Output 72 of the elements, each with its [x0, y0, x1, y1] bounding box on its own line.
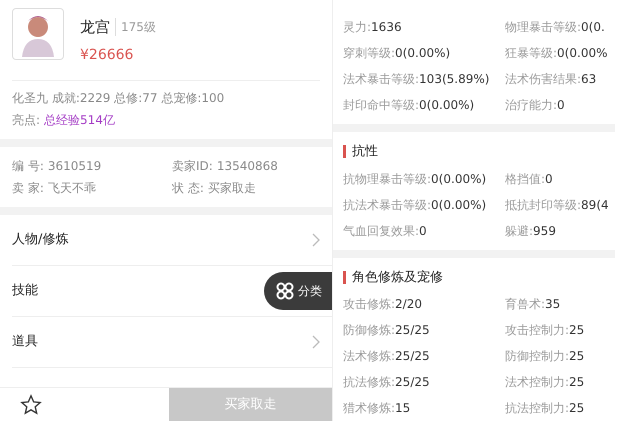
- stat-value: 25: [569, 322, 584, 339]
- info-label: 卖 家:: [12, 180, 44, 196]
- highlight-value: 总经验514亿: [44, 112, 115, 128]
- stat-label: 防御控制力:: [505, 348, 570, 365]
- stat-value: 0(0.00%): [395, 45, 450, 62]
- stat-label: 猎术修炼:: [343, 400, 396, 417]
- stat-value: 0(0.00%: [557, 45, 608, 62]
- stat-label: 格挡值:: [505, 170, 546, 188]
- stat-label: 攻击修炼:: [343, 296, 396, 313]
- info-label: 状 态:: [172, 180, 204, 196]
- stat-value: 0: [557, 97, 565, 114]
- stat-label: 抗法修炼:: [343, 374, 396, 391]
- price: ¥26666: [80, 46, 134, 64]
- stat-label: 抗物理暴击等级:: [343, 170, 432, 188]
- stat-label: 狂暴等级:: [505, 45, 558, 62]
- stat-label: 防御修炼:: [343, 322, 396, 339]
- menu-item[interactable]: 人物/修炼: [12, 230, 68, 250]
- stat-label: 气血回复效果:: [343, 222, 420, 240]
- stat-label: 封印命中等级:: [343, 97, 420, 114]
- stat-value: 0(0.00%): [419, 97, 474, 114]
- stat-value: 89(4: [581, 196, 609, 214]
- stat-label: 穿刺等级:: [343, 45, 396, 62]
- stat-label: 躲避:: [505, 222, 534, 240]
- stat-value: 959: [533, 222, 556, 240]
- stat-value: 0(0.00%): [431, 196, 486, 214]
- stat-value: 15: [395, 400, 410, 417]
- stat-value: 0: [419, 222, 427, 240]
- info-label: 编 号:: [12, 158, 44, 174]
- section-title: 角色修炼及宠修: [352, 268, 443, 286]
- stat-label: 法术控制力:: [505, 374, 570, 391]
- menu-item[interactable]: 技能: [12, 280, 38, 300]
- level-label: 175级: [115, 18, 156, 36]
- stat-label: 攻击控制力:: [505, 322, 570, 339]
- character-name: 龙宫: [80, 17, 110, 38]
- stat-label: 法术暴击等级:: [343, 71, 420, 88]
- stat-value: 25: [569, 400, 584, 417]
- stat-label: 抗法控制力:: [505, 400, 570, 417]
- highlight-label: 亮点:: [12, 112, 40, 128]
- section-title: 抗性: [352, 143, 378, 161]
- menu-item[interactable]: 道具: [12, 332, 38, 352]
- info-value: 买家取走: [208, 180, 256, 196]
- info-value: 飞天不乖: [48, 180, 96, 196]
- stat-value: 25/25: [395, 322, 430, 339]
- stat-value: 25: [569, 348, 584, 365]
- stat-value: 103(5.89%): [419, 71, 490, 88]
- stat-label: 抗法术暴击等级:: [343, 196, 432, 214]
- stat-value: 1636: [371, 19, 402, 36]
- stat-label: 灵力:: [343, 19, 372, 36]
- stat-value: 0(0.00%): [431, 170, 486, 188]
- star-icon[interactable]: [20, 394, 42, 416]
- stat-label: 抵抗封印等级:: [505, 196, 582, 214]
- stat-label: 育兽术:: [505, 296, 546, 313]
- stat-value: 0: [545, 170, 553, 188]
- grid-icon: [276, 282, 294, 300]
- stat-label: 法术修炼:: [343, 348, 396, 365]
- stat-value: 25: [569, 374, 584, 391]
- stat-value: 0(0.: [581, 19, 605, 36]
- stat-value: 63: [581, 71, 596, 88]
- stat-value: 25/25: [395, 348, 430, 365]
- stat-label: 物理暴击等级:: [505, 19, 582, 36]
- stat-value: 35: [545, 296, 560, 313]
- stat-label: 治疗能力:: [505, 97, 558, 114]
- stat-value: 2/20: [395, 296, 422, 313]
- summary-text: 化圣九 成就:2229 总修:77 总宠修:100: [12, 90, 226, 106]
- section-marker: [343, 270, 346, 284]
- section-marker: [343, 145, 346, 158]
- info-label: 卖家ID:: [172, 158, 213, 174]
- info-value: 13540868: [216, 158, 278, 174]
- info-value: 3610519: [48, 158, 102, 174]
- stat-value: 25/25: [395, 374, 430, 391]
- category-button[interactable]: 分类: [264, 272, 332, 310]
- stat-label: 法术伤害结果:: [505, 71, 582, 88]
